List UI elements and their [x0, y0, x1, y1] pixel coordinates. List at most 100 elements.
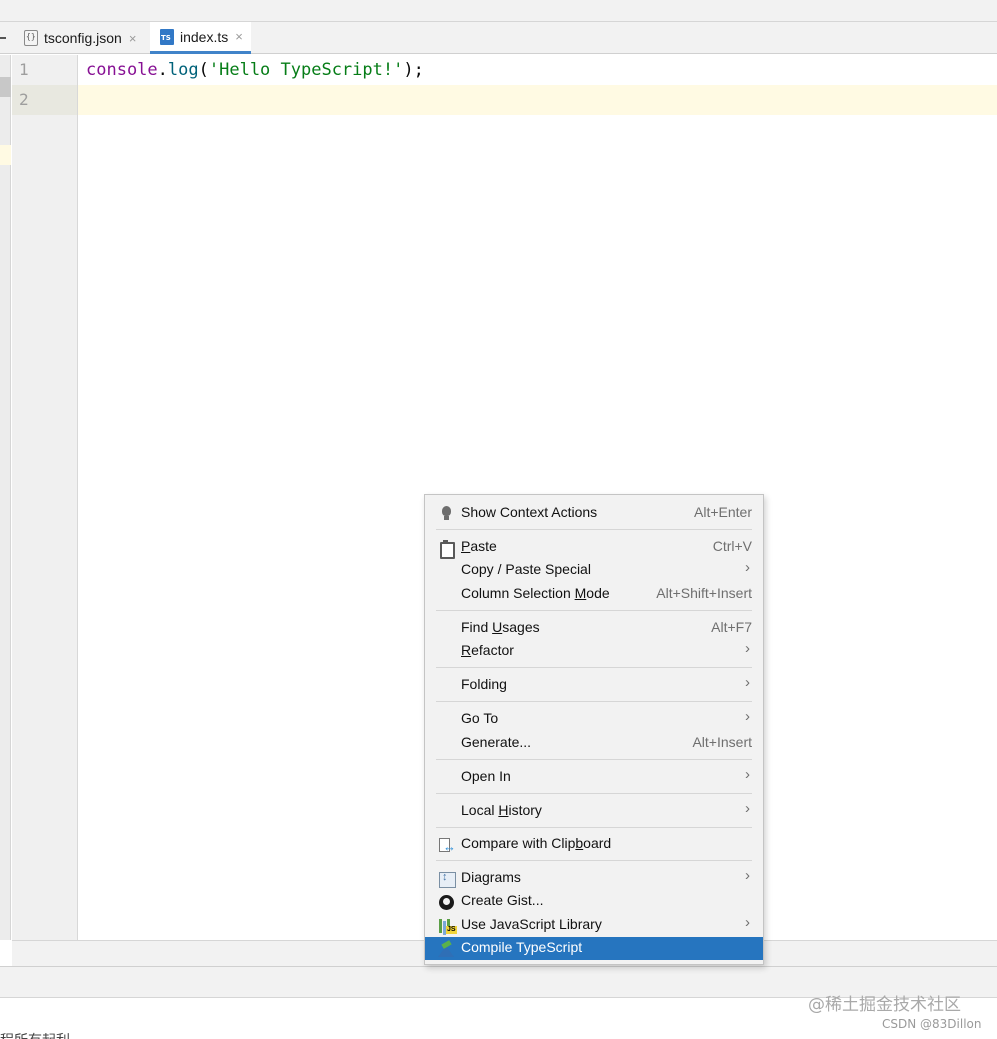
window-top-strip	[0, 0, 997, 22]
strip-marker	[0, 145, 11, 165]
label-text: aste	[470, 538, 497, 554]
menu-separator	[436, 759, 752, 760]
current-line-highlight	[78, 85, 997, 115]
label-text: ode	[586, 585, 610, 601]
chevron-right-icon: ›	[745, 800, 750, 817]
label-text: Local	[461, 802, 499, 818]
label-text: Use JavaScript Library	[461, 916, 602, 932]
menu-item-shortcut: Alt+Insert	[692, 734, 752, 750]
close-icon[interactable]: ×	[235, 29, 243, 44]
menu-item-refactor[interactable]: Refactor ›	[425, 640, 763, 663]
menu-item-diagrams[interactable]: Diagrams ›	[425, 867, 763, 890]
code-token-close: );	[403, 60, 424, 80]
menu-item-label: Refactor	[461, 642, 514, 658]
json-file-icon	[24, 30, 38, 46]
label-text: Show Context Actions	[461, 504, 598, 520]
cropped-caption-text: 程所有起利	[0, 1030, 70, 1039]
code-token-paren: (	[198, 60, 209, 80]
mnemonic-letter: M	[574, 585, 587, 601]
menu-item-use-javascript-library[interactable]: Use JavaScript Library ›	[425, 914, 763, 937]
editor-tab-bar: tsconfig.json × index.ts ×	[0, 22, 997, 54]
menu-item-label: Find Usages	[461, 619, 540, 635]
menu-separator	[436, 701, 752, 702]
chevron-right-icon: ›	[745, 766, 750, 783]
compare-icon	[438, 837, 456, 854]
chevron-right-icon: ›	[745, 708, 750, 725]
label-text: Generate...	[461, 734, 532, 750]
tab-label: tsconfig.json	[44, 30, 122, 46]
menu-item-paste[interactable]: Paste Ctrl+V	[425, 536, 763, 559]
chevron-right-icon: ›	[745, 867, 750, 884]
menu-item-label: Go To	[461, 710, 498, 726]
label-text: Folding	[461, 676, 507, 692]
line-number-gutter[interactable]: 1 2	[12, 55, 78, 940]
label-text: Column Selection	[461, 585, 575, 601]
menu-item-generate[interactable]: Generate... Alt+Insert	[425, 732, 763, 755]
line-number: 2	[19, 90, 29, 109]
chevron-right-icon: ›	[745, 674, 750, 691]
close-icon[interactable]: ×	[129, 31, 137, 46]
tab-tsconfig-json[interactable]: tsconfig.json ×	[14, 22, 144, 54]
menu-separator	[436, 667, 752, 668]
bulb-icon	[438, 506, 454, 522]
label-text: Find	[461, 619, 493, 635]
code-token-method: log	[167, 60, 199, 80]
code-line-1[interactable]: console.log('Hello TypeScript!');	[86, 59, 424, 81]
menu-item-label: Column Selection Mode	[461, 585, 610, 601]
code-token-string: 'Hello TypeScript!'	[208, 60, 404, 80]
menu-item-label: Compile TypeScript	[461, 939, 582, 955]
menu-item-shortcut: Ctrl+V	[712, 538, 752, 554]
strip-marker	[0, 77, 11, 97]
csdn-watermark: CSDN @83Dillon	[882, 1017, 982, 1031]
chevron-right-icon: ›	[745, 559, 750, 576]
mnemonic-letter: U	[492, 619, 503, 635]
label-text: Create Gist...	[461, 892, 544, 908]
menu-item-label: Create Gist...	[461, 892, 543, 908]
menu-item-column-selection-mode[interactable]: Column Selection Mode Alt+Shift+Insert	[425, 583, 763, 606]
juejin-watermark: @稀土掘金技术社区	[808, 995, 961, 1015]
menu-item-label: Generate...	[461, 734, 531, 750]
menu-item-label: Show Context Actions	[461, 504, 597, 520]
menu-item-show-context-actions[interactable]: Show Context Actions Alt+Enter	[425, 502, 763, 525]
label-text: efactor	[471, 642, 514, 658]
label-text: Open In	[461, 768, 511, 784]
menu-item-compare-with-clipboard[interactable]: Compare with Clipboard	[425, 833, 763, 856]
menu-item-copy-paste-special[interactable]: Copy / Paste Special ›	[425, 559, 763, 582]
tab-index-ts[interactable]: index.ts ×	[150, 22, 251, 54]
menu-item-label: Use JavaScript Library	[461, 916, 602, 932]
label-text: Copy / Paste Special	[461, 561, 591, 577]
chevron-right-icon: ›	[745, 640, 750, 657]
menu-item-local-history[interactable]: Local History ›	[425, 800, 763, 823]
menu-separator	[436, 827, 752, 828]
code-token-object: console	[86, 60, 158, 80]
label-text: Compare with Clip	[461, 835, 576, 851]
menu-item-label: Diagrams	[461, 869, 521, 885]
menu-separator	[436, 529, 752, 530]
menu-item-go-to[interactable]: Go To ›	[425, 708, 763, 731]
line-number: 1	[19, 60, 29, 79]
label-text: Compile TypeScript	[461, 939, 583, 955]
menu-item-label: Compare with Clipboard	[461, 835, 611, 851]
menu-item-create-gist[interactable]: Create Gist...	[425, 890, 763, 913]
menu-item-shortcut: Alt+Shift+Insert	[656, 585, 752, 601]
menu-item-compile-typescript[interactable]: Compile TypeScript	[425, 937, 763, 960]
menu-item-label: Local History	[461, 802, 542, 818]
label-text: Go To	[461, 710, 499, 726]
menu-item-folding[interactable]: Folding ›	[425, 674, 763, 697]
mnemonic-letter: P	[461, 538, 471, 554]
typescript-file-icon	[160, 28, 174, 45]
code-token-dot: .	[157, 60, 168, 80]
menu-item-open-in[interactable]: Open In ›	[425, 766, 763, 789]
label-text: Diagrams	[461, 869, 521, 885]
github-icon	[438, 894, 454, 910]
label-text: sages	[502, 619, 540, 635]
tab-scroll-indicator[interactable]	[0, 37, 6, 39]
label-text: istory	[508, 802, 542, 818]
menu-separator	[436, 610, 752, 611]
mnemonic-letter: H	[498, 802, 509, 818]
menu-item-find-usages[interactable]: Find Usages Alt+F7	[425, 617, 763, 640]
menu-item-label: Open In	[461, 768, 511, 784]
menu-item-label: Folding	[461, 676, 507, 692]
menu-item-shortcut: Alt+F7	[711, 619, 752, 635]
chevron-right-icon: ›	[745, 914, 750, 931]
